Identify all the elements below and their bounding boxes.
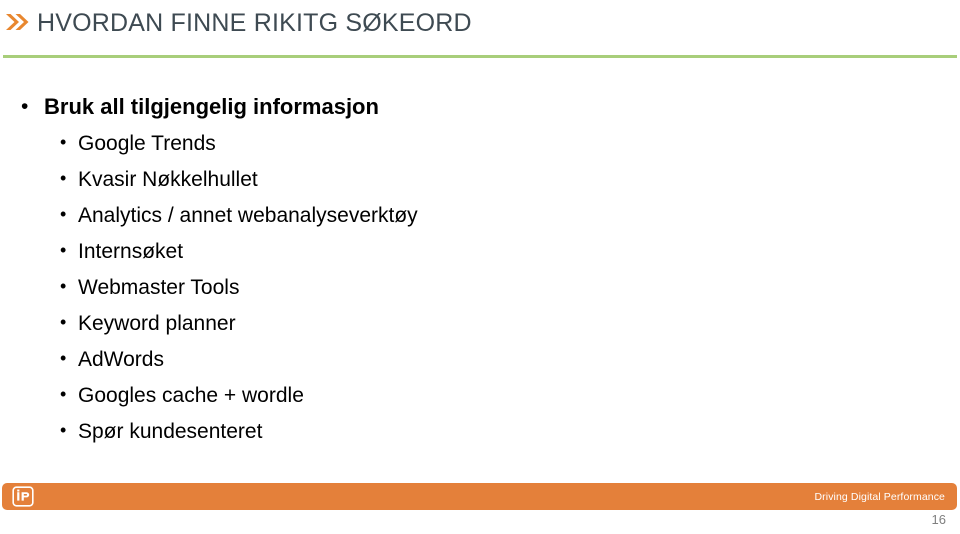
bullet-marker-icon: • — [60, 312, 67, 332]
presentation-slide: HVORDAN FINNE RIKITG SØKEORD • Bruk all … — [0, 0, 960, 534]
list-item: • Google Trends — [0, 126, 900, 162]
bullet-marker-icon: • — [60, 204, 67, 224]
list-item: • Analytics / annet webanalyseverktøy — [0, 198, 900, 234]
list-item-label: Google Trends — [78, 132, 216, 155]
bullet-marker-icon: • — [60, 384, 67, 404]
list-item-label: Internsøket — [78, 240, 184, 263]
slide-title-row: HVORDAN FINNE RIKITG SØKEORD — [0, 0, 472, 44]
bullet-marker-icon: • — [60, 168, 67, 188]
list-item: • Keyword planner — [0, 306, 900, 342]
bullet-marker-icon: • — [60, 348, 67, 368]
ip-logo-icon — [12, 486, 34, 507]
list-item: • Bruk all tilgjengelig informasjon — [0, 92, 900, 122]
bullet-marker-icon: • — [60, 240, 67, 260]
bullet-marker-icon: • — [60, 420, 67, 440]
bullet-marker-icon: • — [60, 276, 67, 296]
list-item-label: Googles cache + wordle — [78, 384, 304, 407]
list-item-label: Keyword planner — [78, 312, 236, 335]
double-chevron-right-icon — [6, 14, 29, 30]
list-item-label: Kvasir Nøkkelhullet — [78, 168, 258, 191]
bullet-marker-icon: • — [60, 132, 67, 152]
page-title: HVORDAN FINNE RIKITG SØKEORD — [37, 8, 472, 37]
list-item-label: Bruk all tilgjengelig informasjon — [44, 94, 379, 119]
list-item-label: AdWords — [78, 348, 164, 371]
bullet-list: • Bruk all tilgjengelig informasjon • Go… — [0, 92, 900, 450]
title-divider — [3, 55, 957, 58]
list-item-label: Spør kundesenteret — [78, 420, 263, 443]
bullet-marker-icon: • — [21, 95, 29, 118]
list-item-label: Analytics / annet webanalyseverktøy — [78, 204, 418, 227]
list-item: • AdWords — [0, 342, 900, 378]
slide-number: 16 — [931, 512, 946, 527]
footer-bar: Driving Digital Performance — [2, 483, 957, 510]
list-item: • Webmaster Tools — [0, 270, 900, 306]
list-item: • Spør kundesenteret — [0, 414, 900, 450]
footer-tagline: Driving Digital Performance — [814, 490, 945, 503]
list-item-label: Webmaster Tools — [78, 276, 240, 299]
list-item: • Kvasir Nøkkelhullet — [0, 162, 900, 198]
list-item: • Internsøket — [0, 234, 900, 270]
list-item: • Googles cache + wordle — [0, 378, 900, 414]
